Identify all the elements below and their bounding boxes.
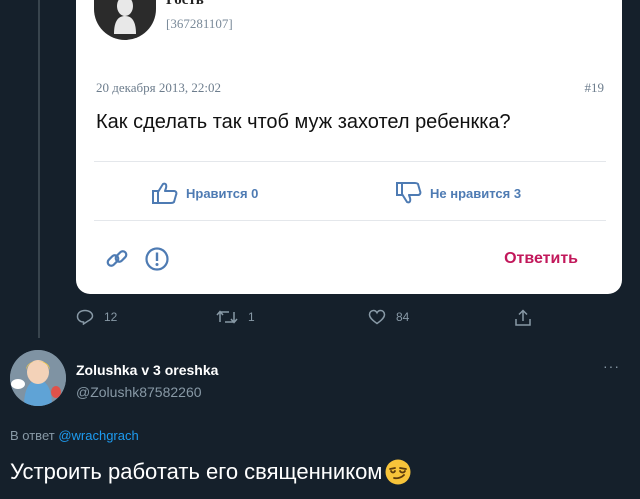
reply-tweet-text: Устроить работать его священником [10,458,412,486]
in-reply-to: В ответ @wrachgrach [10,428,139,443]
reply-icon [76,309,94,325]
tweet-action-bar: 12 1 84 [76,309,566,331]
avatar[interactable] [10,350,66,406]
silhouette-icon [114,0,136,34]
like-action[interactable]: 84 [368,309,409,325]
quoted-card[interactable]: Гость [367281107] 20 декабря 2013, 22:02… [76,0,622,294]
share-icon [515,309,531,326]
reply-author-name[interactable]: Zolushka v 3 oreshka [76,362,218,378]
like-label: Нравится 0 [186,185,259,201]
like-button[interactable]: Нравится 0 [152,182,258,204]
card-post-number: #19 [584,80,605,95]
thread-line [38,0,40,338]
reply-count: 12 [104,310,118,324]
card-date: 20 декабря 2013, 22:02 [96,80,221,95]
reply-action[interactable]: 12 [76,309,117,325]
in-reply-prefix: В ответ [10,428,55,443]
card-user-id: [367281107] [166,16,233,31]
retweet-icon [216,310,238,324]
thumb-up-icon [152,182,178,204]
reply-text: Устроить работать его священником [10,459,383,484]
reply-mention-link[interactable]: @wrachgrach [58,428,138,443]
card-divider [94,161,606,162]
card-reply-link[interactable]: Ответить [504,250,578,268]
alert-icon[interactable] [144,246,170,272]
retweet-count: 1 [248,310,255,324]
cinderella-avatar-icon [10,350,66,406]
retweet-action[interactable]: 1 [216,309,255,325]
more-icon[interactable]: ··· [603,358,620,374]
like-count: 84 [396,310,410,324]
heart-icon [368,309,386,325]
smirk-emoji-icon [385,459,411,485]
dislike-label: Не нравится 3 [430,185,522,201]
card-user-name: Гость [166,0,204,8]
dislike-button[interactable]: Не нравится 3 [396,182,521,204]
card-tools [104,246,170,272]
thumb-down-icon [396,182,422,204]
link-icon[interactable] [104,246,130,272]
card-divider [94,220,606,221]
guest-avatar [94,0,156,40]
card-question: Как сделать так чтоб муж захотел ребенкк… [96,111,511,133]
share-action[interactable] [514,309,532,327]
reply-author-handle[interactable]: @Zolushk87582260 [76,384,202,400]
